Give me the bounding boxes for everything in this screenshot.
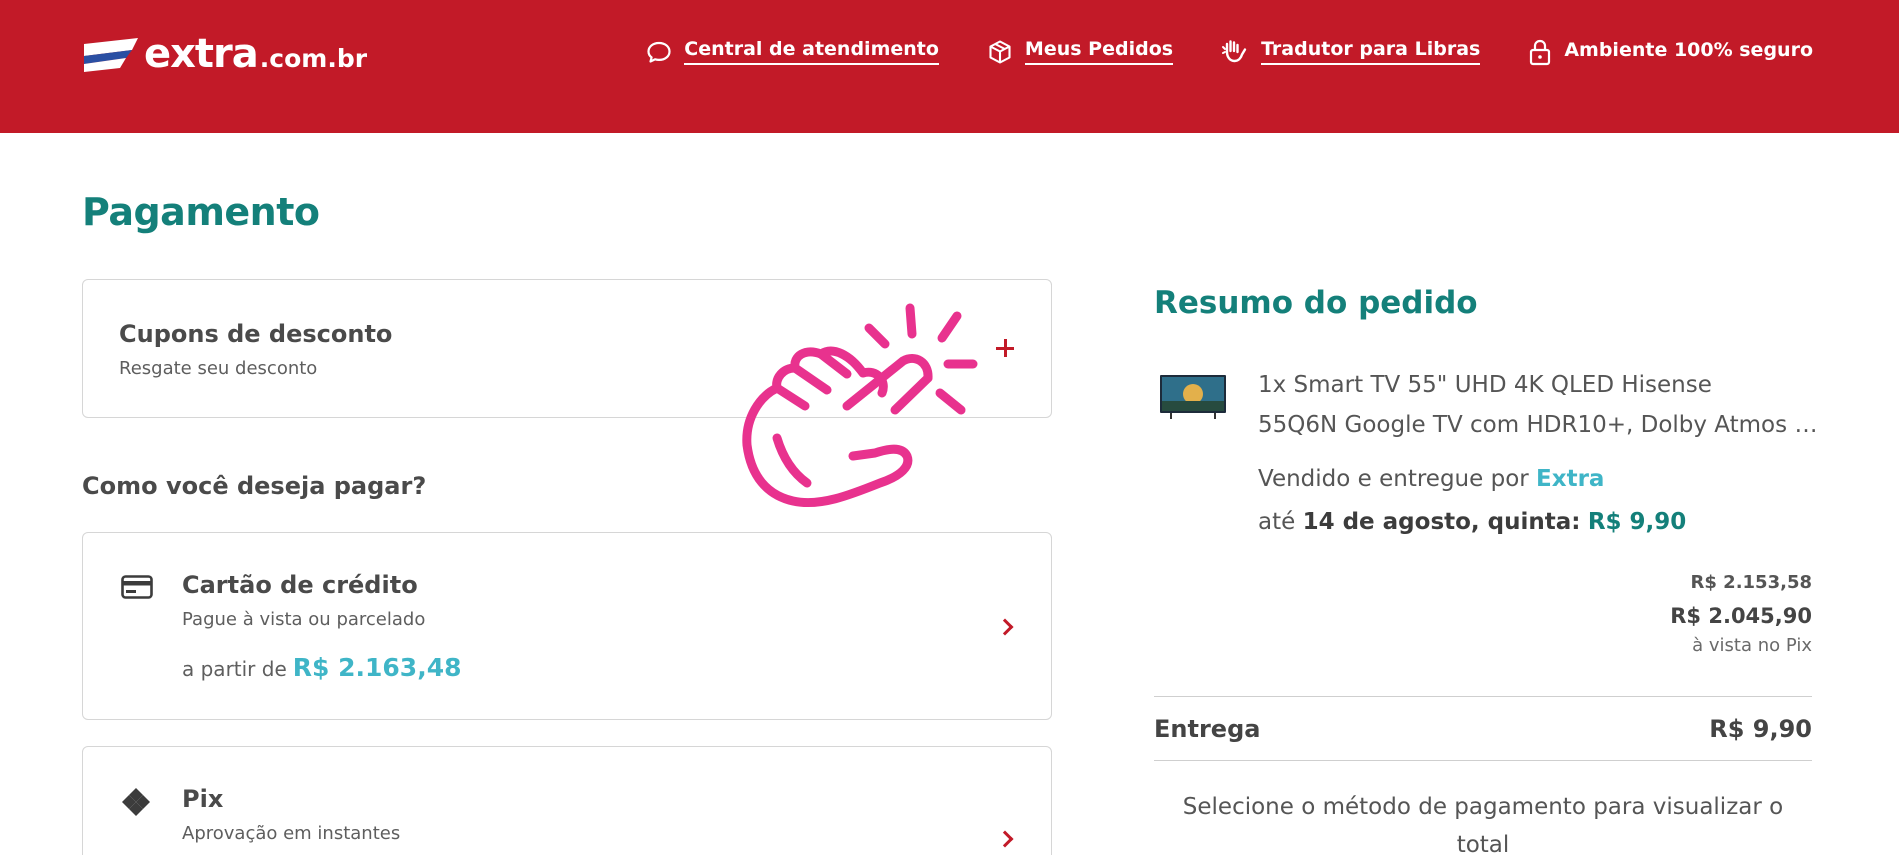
nav-secure-environment-label: Ambiente 100% seguro (1564, 39, 1813, 62)
product-name: 1x Smart TV 55" UHD 4K QLED Hisense 55Q6… (1258, 365, 1818, 445)
credit-card-price-prefix: a partir de (182, 657, 287, 681)
lock-icon (1530, 39, 1551, 66)
nav-customer-service-label: Central de atendimento (684, 39, 939, 65)
summary-divider (1154, 696, 1812, 697)
delivery-date: 14 de agosto, quinta: (1302, 509, 1581, 535)
header-nav: Central de atendimento Meus Pedidos Trad… (646, 38, 1813, 66)
credit-card-icon (121, 575, 153, 599)
credit-card-title: Cartão de crédito (182, 571, 418, 599)
nav-customer-service[interactable]: Central de atendimento (646, 39, 939, 65)
sold-by-prefix: Vendido e entregue por (1258, 466, 1529, 492)
total-hint: Selecione o método de pagamento para vis… (1182, 794, 1784, 855)
box-icon (989, 40, 1011, 64)
plus-icon[interactable] (995, 338, 1015, 358)
nav-my-orders-label: Meus Pedidos (1024, 39, 1174, 65)
price-pix: R$ 2.045,90 (1670, 604, 1812, 628)
extra-logo[interactable]: extra .com.br (82, 30, 367, 78)
nav-libras-translator[interactable]: Tradutor para Libras (1221, 38, 1481, 66)
delivery-estimate: até 14 de agosto, quinta: R$ 9,90 (1258, 509, 1686, 535)
site-header: extra .com.br Central de atendimento Meu… (0, 0, 1899, 133)
credit-card-price: R$ 2.163,48 (292, 653, 462, 682)
coupon-title: Cupons de desconto (119, 320, 393, 348)
pix-title: Pix (182, 785, 224, 813)
logo-flag-icon (84, 38, 138, 72)
product-name-line1: 1x Smart TV 55" UHD 4K QLED Hisense (1258, 372, 1712, 398)
shipping-label: Entrega (1154, 715, 1261, 743)
payment-question: Como você deseja pagar? (82, 472, 427, 500)
nav-libras-translator-label: Tradutor para Libras (1261, 39, 1481, 65)
delivery-prefix: até (1258, 509, 1296, 535)
pix-subtitle: Aprovação em instantes (182, 823, 401, 844)
sign-language-icon (1222, 40, 1247, 63)
seller-name: Extra (1536, 466, 1605, 492)
chevron-right-icon (996, 618, 1014, 636)
payment-method-credit-card[interactable]: Cartão de crédito Pague à vista ou parce… (82, 532, 1052, 720)
shipping-value: R$ 9,90 (1709, 715, 1812, 743)
pix-icon (122, 788, 150, 816)
price-original: R$ 2.153,58 (1690, 572, 1812, 593)
order-summary-title: Resumo do pedido (1154, 285, 1478, 321)
payment-method-pix[interactable]: Pix Aprovação em instantes (82, 746, 1052, 855)
price-pix-note: à vista no Pix (1692, 635, 1812, 656)
product-name-line2: 55Q6N Google TV com HDR10+, Dolby Atmos … (1258, 412, 1818, 438)
product-thumbnail-tv (1160, 375, 1226, 419)
page-title: Pagamento (82, 190, 320, 234)
delivery-price: R$ 9,90 (1587, 509, 1687, 535)
coupon-subtitle: Resgate seu desconto (119, 358, 318, 379)
credit-card-price-line: a partir de R$ 2.163,48 (182, 653, 461, 682)
nav-secure-environment: Ambiente 100% seguro (1528, 38, 1813, 66)
summary-divider (1154, 760, 1812, 761)
logo-domain: .com.br (259, 43, 368, 73)
logo-text: extra (144, 31, 259, 77)
chat-bubble-icon (647, 41, 671, 63)
tap-hand-icon (742, 303, 978, 508)
chevron-right-icon (996, 830, 1014, 848)
sold-by: Vendido e entregue por Extra (1258, 466, 1604, 492)
credit-card-subtitle: Pague à vista ou parcelado (182, 609, 426, 630)
nav-my-orders[interactable]: Meus Pedidos (987, 39, 1174, 65)
